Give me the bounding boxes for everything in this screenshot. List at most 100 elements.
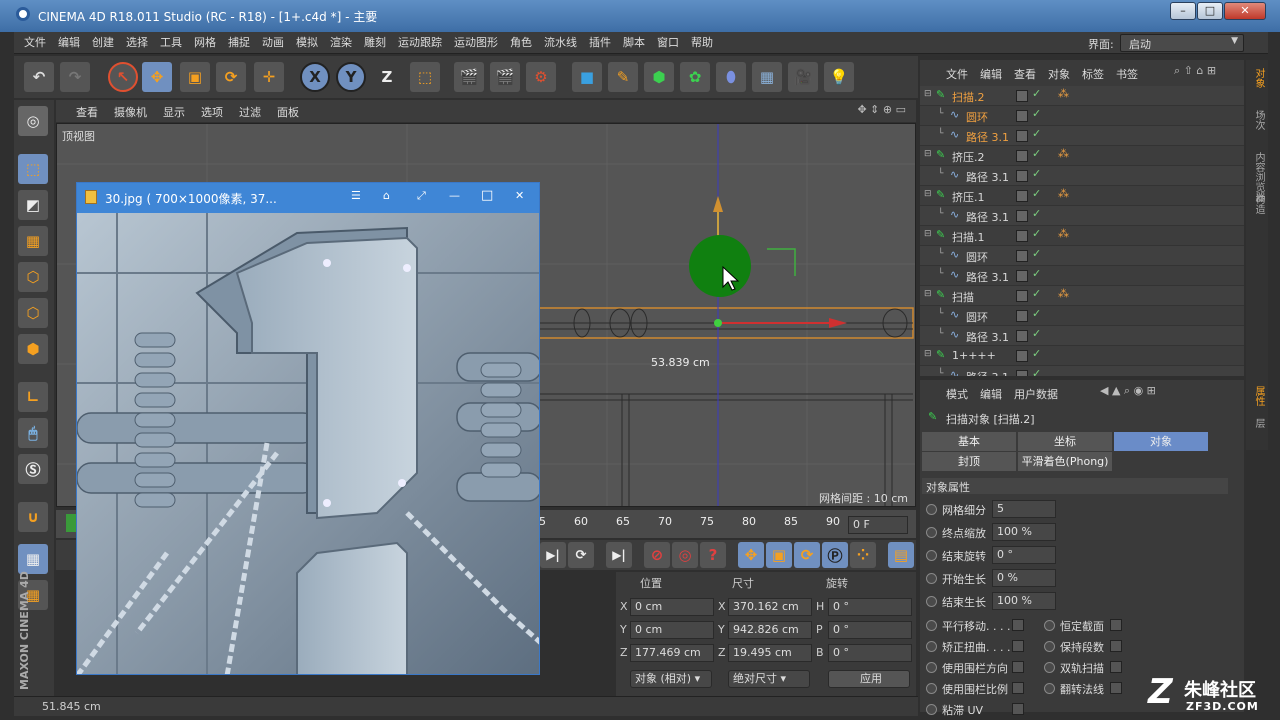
pen-spline-button[interactable]: ✎	[608, 62, 638, 92]
check-icon[interactable]: ✓	[1032, 207, 1041, 220]
menu-item[interactable]: 渲染	[324, 32, 358, 54]
expand-icon[interactable]: └	[938, 269, 943, 279]
position-field[interactable]: 0 cm	[630, 598, 714, 616]
menu-item[interactable]: 网格	[188, 32, 222, 54]
menu-item[interactable]: 角色	[504, 32, 538, 54]
visibility-icon[interactable]	[1016, 230, 1028, 242]
menu-item[interactable]: 文件	[18, 32, 52, 54]
timeline-button[interactable]: ▤	[888, 542, 914, 568]
search-icon[interactable]: ⌕ ⇧ ⌂ ⊞	[1174, 64, 1216, 78]
z-axis-button[interactable]: Z	[372, 62, 402, 92]
object-row[interactable]: └ ∿ 路径 3.1 ✓	[920, 166, 1244, 186]
menu-item[interactable]: 工具	[154, 32, 188, 54]
viewer-close-button[interactable]: ✕	[515, 189, 524, 202]
property-field[interactable]: 100 %	[992, 592, 1056, 610]
object-row[interactable]: └ ∿ 路径 3.1 ✓	[920, 206, 1244, 226]
checkbox[interactable]	[1012, 661, 1024, 673]
attr-tab[interactable]: 基本	[922, 432, 1016, 451]
object-menu-item[interactable]: 书签	[1116, 68, 1138, 81]
check-icon[interactable]: ✓	[1032, 187, 1041, 200]
attr-side-tab[interactable]: 属性	[1250, 386, 1264, 406]
visibility-icon[interactable]	[1016, 190, 1028, 202]
viewport-menu-item[interactable]: 显示	[163, 106, 185, 119]
radio-icon[interactable]	[926, 596, 937, 607]
side-tab[interactable]: 构造	[1250, 194, 1264, 214]
radio-icon[interactable]	[926, 573, 937, 584]
position-field[interactable]: 0 cm	[630, 621, 714, 639]
apply-button[interactable]: 应用	[828, 670, 910, 688]
snap-button[interactable]: Ⓢ	[18, 454, 48, 484]
expand-icon[interactable]: ⊟	[924, 229, 932, 239]
object-row[interactable]: └ ∿ 路径 3.1 ✓	[920, 266, 1244, 286]
check-icon[interactable]: ✓	[1032, 227, 1041, 240]
rotation-field[interactable]: 0 °	[828, 644, 912, 662]
model-mode-button[interactable]: ⬚	[18, 154, 48, 184]
magnet-button[interactable]: ∪	[18, 502, 48, 532]
object-row[interactable]: ⊟ ✎ 扫描 ✓ ⁂	[920, 286, 1244, 306]
check-icon[interactable]: ✓	[1032, 87, 1041, 100]
radio-icon[interactable]	[1044, 662, 1055, 673]
radio-icon[interactable]	[1044, 620, 1055, 631]
visibility-icon[interactable]	[1016, 130, 1028, 142]
coordinate-mode-select[interactable]: 对象 (相对) ▾	[630, 670, 712, 688]
size-field[interactable]: 942.826 cm	[728, 621, 812, 639]
menu-item[interactable]: 运动跟踪	[392, 32, 448, 54]
checkbox[interactable]	[1110, 682, 1122, 694]
checkbox[interactable]	[1110, 640, 1122, 652]
menu-item[interactable]: 脚本	[617, 32, 651, 54]
subdivision-button[interactable]: ⬢	[644, 62, 674, 92]
checkbox[interactable]	[1012, 703, 1024, 715]
check-icon[interactable]: ✓	[1032, 307, 1041, 320]
key-rotation-button[interactable]: ⟳	[794, 542, 820, 568]
check-icon[interactable]: ✓	[1032, 127, 1041, 140]
radio-icon[interactable]	[926, 527, 937, 538]
radio-icon[interactable]	[926, 662, 937, 673]
key-scale-button[interactable]: ▣	[766, 542, 792, 568]
viewer-minimize-button[interactable]: —	[449, 189, 460, 202]
attr-menu-item[interactable]: 编辑	[980, 388, 1002, 401]
scale-tool-button[interactable]: ▣	[180, 62, 210, 92]
rotation-field[interactable]: 0 °	[828, 621, 912, 639]
object-row[interactable]: ⊟ ✎ 1++++ ✓	[920, 346, 1244, 366]
menu-item[interactable]: 插件	[583, 32, 617, 54]
check-icon[interactable]: ✓	[1032, 267, 1041, 280]
object-row[interactable]: ⊟ ✎ 扫描.2 ✓ ⁂	[920, 86, 1244, 106]
check-icon[interactable]: ✓	[1032, 287, 1041, 300]
redo-button[interactable]: ↷	[60, 62, 90, 92]
render-picture-viewer-button[interactable]: 🎬	[490, 62, 520, 92]
viewport-menu-item[interactable]: 面板	[277, 106, 299, 119]
record-keyframe-button[interactable]: ⊘	[644, 542, 670, 568]
radio-icon[interactable]	[1044, 641, 1055, 652]
radio-icon[interactable]	[926, 620, 937, 631]
go-to-end-button[interactable]: ▶|	[606, 542, 632, 568]
check-icon[interactable]: ✓	[1032, 367, 1041, 376]
property-field[interactable]: 5	[992, 500, 1056, 518]
radio-icon[interactable]	[926, 504, 937, 515]
frame-field[interactable]: 0 F	[848, 516, 908, 534]
keyframe-selection-button[interactable]: ?	[700, 542, 726, 568]
attr-tab[interactable]: 封顶	[922, 452, 1016, 471]
expand-icon[interactable]: └	[938, 329, 943, 339]
expand-icon[interactable]: ⊟	[924, 349, 932, 359]
object-row[interactable]: └ ∿ 圆环 ✓	[920, 306, 1244, 326]
property-field[interactable]: 0 °	[992, 546, 1056, 564]
object-row[interactable]: └ ∿ 路径 3.1 ✓	[920, 126, 1244, 146]
points-mode-button[interactable]: ⬡	[18, 262, 48, 292]
visibility-icon[interactable]	[1016, 270, 1028, 282]
menu-item[interactable]: 帮助	[685, 32, 719, 54]
coordinate-system-button[interactable]: ⬚	[410, 62, 440, 92]
menu-icon[interactable]: ☰	[351, 189, 361, 202]
object-row[interactable]: ⊟ ✎ 挤压.1 ✓ ⁂	[920, 186, 1244, 206]
checkbox[interactable]	[1012, 682, 1024, 694]
edges-mode-button[interactable]: ⬡	[18, 298, 48, 328]
size-field[interactable]: 19.495 cm	[728, 644, 812, 662]
render-settings-button[interactable]: ⚙	[526, 62, 556, 92]
floor-button[interactable]: ▦	[752, 62, 782, 92]
radio-icon[interactable]	[926, 683, 937, 694]
y-axis-button[interactable]: Y	[336, 62, 366, 92]
tag-icon[interactable]: ⁂	[1058, 147, 1069, 160]
position-field[interactable]: 177.469 cm	[630, 644, 714, 662]
expand-icon[interactable]: ⊟	[924, 149, 932, 159]
expand-icon[interactable]: └	[938, 169, 943, 179]
radio-icon[interactable]	[1044, 683, 1055, 694]
